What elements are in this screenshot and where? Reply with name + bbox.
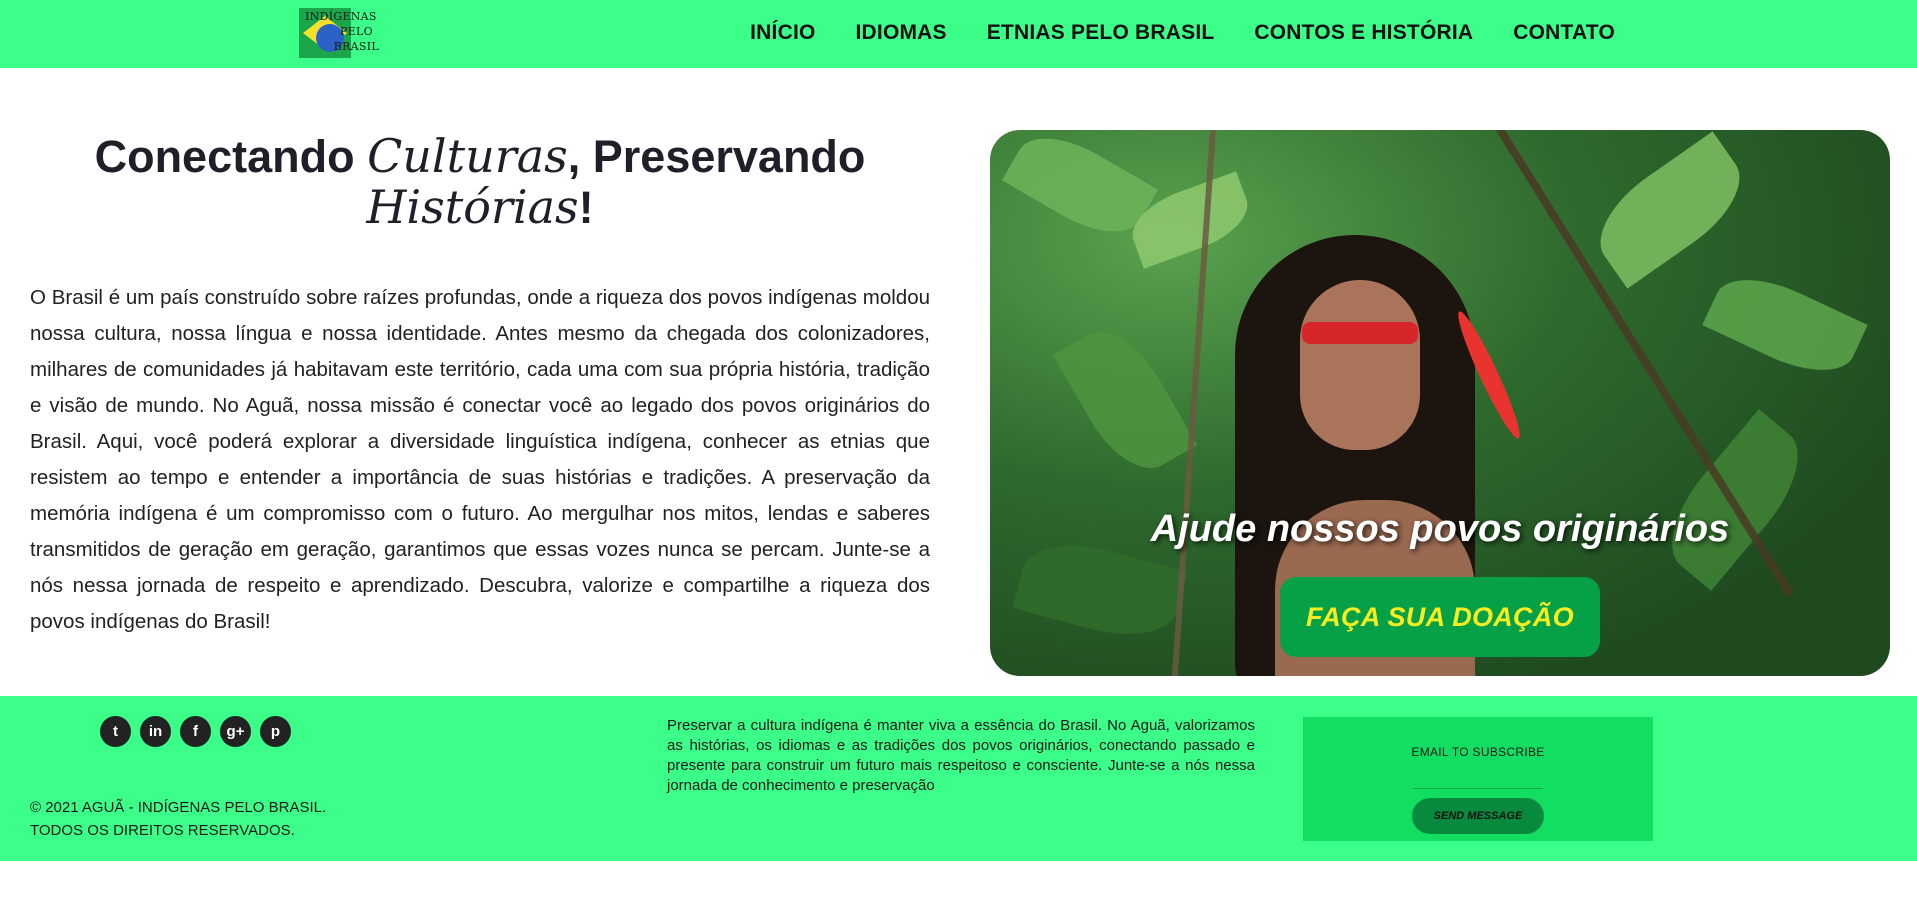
donate-button[interactable]: FAÇA SUA DOAÇÃO (1280, 577, 1600, 657)
donation-banner: Ajude nossos povos originários FAÇA SUA … (990, 130, 1890, 676)
site-header: INDÍGENAS PELO BRASIL INÍCIO IDIOMAS ETN… (0, 0, 1917, 68)
pinterest-icon[interactable]: p (260, 716, 291, 747)
twitter-icon[interactable]: t (100, 716, 131, 747)
copyright: © 2021 AGUÃ - INDÍGENAS PELO BRASIL. TOD… (30, 796, 326, 842)
logo-text: INDÍGENAS PELO BRASIL (305, 9, 379, 54)
send-message-button[interactable]: SEND MESSAGE (1412, 798, 1544, 834)
linkedin-icon[interactable]: in (140, 716, 171, 747)
email-field[interactable] (1413, 769, 1543, 789)
person-face (1300, 280, 1420, 450)
facebook-icon[interactable]: f (180, 716, 211, 747)
nav-item-contato[interactable]: CONTATO (1513, 21, 1615, 45)
hero-title: Conectando Culturas, Preservando Históri… (94, 129, 866, 234)
nav-item-etnias[interactable]: ETNIAS PELO BRASIL (987, 21, 1215, 45)
main-nav: INÍCIO IDIOMAS ETNIAS PELO BRASIL CONTOS… (750, 21, 1615, 45)
copyright-line: © 2021 AGUÃ - INDÍGENAS PELO BRASIL. (30, 799, 327, 816)
foliage (1581, 131, 1759, 289)
face-paint (1302, 322, 1418, 344)
title-highlight: Histórias (366, 180, 579, 234)
foliage (1702, 261, 1868, 389)
foliage (1052, 315, 1198, 485)
subscribe-label: EMAIL TO SUBSCRIBE (1411, 745, 1545, 759)
logo-line: INDÍGENAS (305, 10, 377, 23)
donate-heading: Ajude nossos povos originários (1150, 508, 1730, 550)
footer-mission-text: Preservar a cultura indígena é manter vi… (667, 717, 1255, 794)
logo-line: BRASIL (333, 40, 379, 53)
nav-item-idiomas[interactable]: IDIOMAS (856, 21, 947, 45)
copyright-line: TODOS OS DIREITOS RESERVADOS. (30, 822, 295, 839)
logo-line: PELO (340, 25, 373, 38)
nav-item-contos[interactable]: CONTOS E HISTÓRIA (1254, 21, 1473, 45)
hero-description: O Brasil é um país construído sobre raíz… (30, 286, 930, 633)
google-plus-icon[interactable]: g+ (220, 716, 251, 747)
social-links: t in f g+ p (100, 716, 291, 747)
site-footer: t in f g+ p © 2021 AGUÃ - INDÍGENAS PELO… (0, 696, 1917, 861)
subscribe-panel: EMAIL TO SUBSCRIBE SEND MESSAGE (1303, 717, 1653, 841)
title-highlight: Culturas (367, 129, 568, 183)
nav-item-inicio[interactable]: INÍCIO (750, 21, 815, 45)
site-logo[interactable]: INDÍGENAS PELO BRASIL (299, 8, 379, 60)
